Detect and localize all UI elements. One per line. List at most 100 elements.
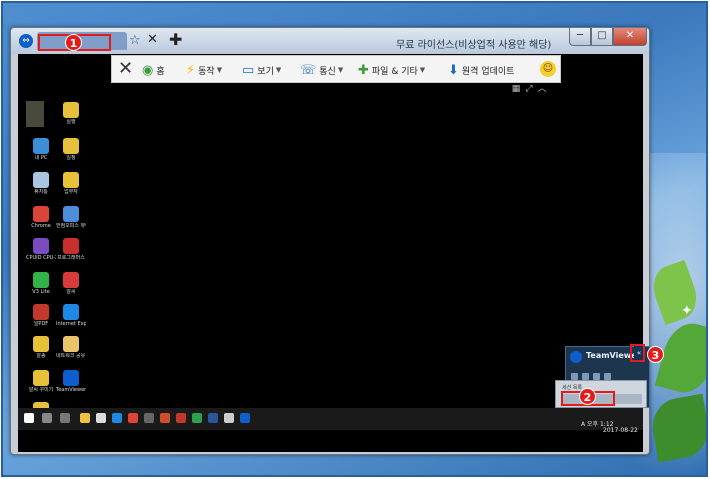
toolbar-remote-update[interactable]: ⬇ 원격 업데이트 xyxy=(448,62,514,78)
toolbar-remote-update-label: 원격 업데이트 xyxy=(461,66,515,77)
desktop-icon-label: 업무자 xyxy=(64,189,78,195)
desktop-icon-cloud[interactable]: CPUID CPU-Z xyxy=(26,238,56,261)
desktop-icon-folder-icon xyxy=(63,336,79,352)
tray-language[interactable]: A xyxy=(581,421,585,428)
add-tab-icon[interactable]: ✚ xyxy=(169,30,182,49)
desktop-icon-chrome2-icon xyxy=(63,238,79,254)
teamviewer-taskbar-icon[interactable] xyxy=(240,413,250,423)
desktop-icon-label: 알송 xyxy=(36,353,46,359)
powerpoint-taskbar-icon[interactable] xyxy=(160,413,170,423)
desktop-icon-chrome-icon xyxy=(33,206,49,222)
desktop-icon-2[interactable]: 일정 xyxy=(56,138,86,161)
desktop-icon-5[interactable]: 알씨 꾸미기 xyxy=(26,370,56,393)
desktop-icon-2-icon xyxy=(63,138,79,154)
file-transfer-icon: ✚ xyxy=(358,62,369,78)
lightning-icon: ⚡ xyxy=(186,62,196,78)
desktop-icon-v3[interactable]: V3 Lite xyxy=(26,272,56,295)
close-session-icon[interactable]: ✕ xyxy=(118,59,133,79)
star-icon[interactable]: ☆ xyxy=(129,33,141,48)
home-icon: ◉ xyxy=(142,62,154,78)
toolbar-home[interactable]: ◉ 홈 xyxy=(142,62,165,78)
desktop-icon-recycle[interactable]: 휴지통 xyxy=(26,172,56,195)
close-button[interactable]: ✕ xyxy=(613,28,647,46)
mail-taskbar-icon[interactable] xyxy=(224,413,234,423)
butterfly-icon: ✦ xyxy=(681,303,693,319)
pdf-taskbar-icon[interactable] xyxy=(176,413,186,423)
desktop-icon-kakao[interactable]: 알씨 xyxy=(56,272,86,295)
desktop-icon-pdf[interactable]: 알PDF xyxy=(26,304,56,327)
toolbar-home-label: 홈 xyxy=(156,66,165,77)
start-icon[interactable] xyxy=(24,413,34,423)
ie-taskbar-icon[interactable] xyxy=(112,413,122,423)
tray-date: 2017-08-22 xyxy=(603,427,638,434)
desktop-icon-teamviewer[interactable]: TeamViewer 12 xyxy=(56,370,86,393)
panel-chat-icon[interactable] xyxy=(582,373,589,380)
app-taskbar-icon[interactable] xyxy=(144,413,154,423)
callout-number-2: 2 xyxy=(579,388,596,405)
store-icon[interactable] xyxy=(96,413,106,423)
desktop-icon-label: V3 Lite xyxy=(32,289,50,295)
smiley-feedback-icon[interactable]: ☺ xyxy=(540,61,556,77)
toolbar-files-extras[interactable]: ✚ 파일 & 기타 ▼ xyxy=(358,62,425,78)
phone-icon: ☏ xyxy=(300,62,317,78)
desktop-icon-ie-icon xyxy=(63,304,79,320)
maximize-button[interactable]: □ xyxy=(591,28,613,46)
panel-action-icons xyxy=(571,373,611,380)
fullscreen-icon[interactable]: ⤢ xyxy=(524,84,534,94)
desktop-icon-v3-icon xyxy=(33,272,49,288)
toolbar-actions-label: 동작 xyxy=(198,66,215,77)
teamviewer-remote-window: ⇔ ☆ ✕ ✚ 무료 라이선스(비상업적 사용만 해당) ─ □ ✕ 실행 내 P… xyxy=(10,27,650,455)
search-icon[interactable] xyxy=(42,413,52,423)
task-view-icon[interactable] xyxy=(60,413,70,423)
remote-desktop-screen[interactable]: 실행내 PC 일정휴지통 업무자 Chrome 한컴오피스 뷰어 CPUID CPU-Z프… xyxy=(18,54,643,452)
panel-file-icon[interactable] xyxy=(593,373,600,380)
excel-taskbar-icon[interactable] xyxy=(192,413,202,423)
close-tab-icon[interactable]: ✕ xyxy=(147,32,158,47)
desktop-icon-label: 휴지통 xyxy=(34,189,48,195)
download-icon: ⬇ xyxy=(448,62,459,78)
desktop-icon-1[interactable]: 실행 xyxy=(56,102,86,125)
panel-video-icon[interactable] xyxy=(571,373,578,380)
toolbar-communicate[interactable]: ☏ 통신 ▼ xyxy=(300,62,343,78)
session-list-label: 세션 목록 xyxy=(562,385,582,391)
desktop-icon-label: CPUID CPU-Z xyxy=(26,255,56,261)
desktop-thumbnail xyxy=(26,101,44,127)
toolbar-files-extras-label: 파일 & 기타 xyxy=(371,66,418,77)
chrome-taskbar-icon[interactable] xyxy=(128,413,138,423)
desktop-icon-cloud-icon xyxy=(33,238,49,254)
desktop-icon-pc-icon xyxy=(33,138,49,154)
desktop-icon-pc[interactable]: 내 PC xyxy=(26,138,56,161)
desktop-icon-hancom[interactable]: 한컴오피스 뷰어 xyxy=(56,206,86,229)
remote-taskbar[interactable] xyxy=(18,408,643,430)
minimize-button[interactable]: ─ xyxy=(569,28,591,46)
file-explorer-icon[interactable] xyxy=(80,413,90,423)
callout-number-1: 1 xyxy=(65,34,82,51)
desktop-icon-chrome[interactable]: Chrome xyxy=(26,206,56,229)
desktop-icon-folder[interactable]: 네트워크 공유 폴더 xyxy=(56,336,86,359)
desktop-icon-label: 알PDF xyxy=(33,321,49,327)
toolbar-view[interactable]: ▭ 보기 ▼ xyxy=(242,62,281,78)
desktop-icon-ie[interactable]: Internet Explorer xyxy=(56,304,86,327)
desktop-icon-recycle-icon xyxy=(33,172,49,188)
toolbar-view-label: 보기 xyxy=(257,66,274,77)
teamviewer-logo-icon: ⇔ xyxy=(19,34,33,48)
chevron-down-icon: ▼ xyxy=(275,66,282,74)
tray-date-wrap: 2017-08-22 xyxy=(603,427,638,434)
toolbar-actions[interactable]: ⚡ 동작 ▼ xyxy=(186,62,222,78)
grid-icon[interactable]: ▦ xyxy=(511,84,521,94)
collapse-toolbar-icon[interactable]: ︿ xyxy=(537,84,547,94)
desktop-icon-label: 일정 xyxy=(66,155,76,161)
desktop-icon-kakao-icon xyxy=(63,272,79,288)
panel-screen-icon[interactable] xyxy=(604,373,611,380)
desktop-icon-3[interactable]: 업무자 xyxy=(56,172,86,195)
desktop-icon-1-icon xyxy=(63,102,79,118)
chevron-down-icon: ▼ xyxy=(419,66,426,74)
license-text: 무료 라이선스(비상업적 사용만 해당) xyxy=(396,40,552,51)
desktop-icon-label: 한컴오피스 뷰어 xyxy=(56,223,86,229)
desktop-icon-pdf-icon xyxy=(33,304,49,320)
desktop-icon-4-icon xyxy=(33,336,49,352)
desktop-icon-chrome2[interactable]: 프로그래머스 xyxy=(56,238,86,261)
toolbar-communicate-label: 통신 xyxy=(319,66,336,77)
desktop-icon-4[interactable]: 알송 xyxy=(26,336,56,359)
word-taskbar-icon[interactable] xyxy=(208,413,218,423)
